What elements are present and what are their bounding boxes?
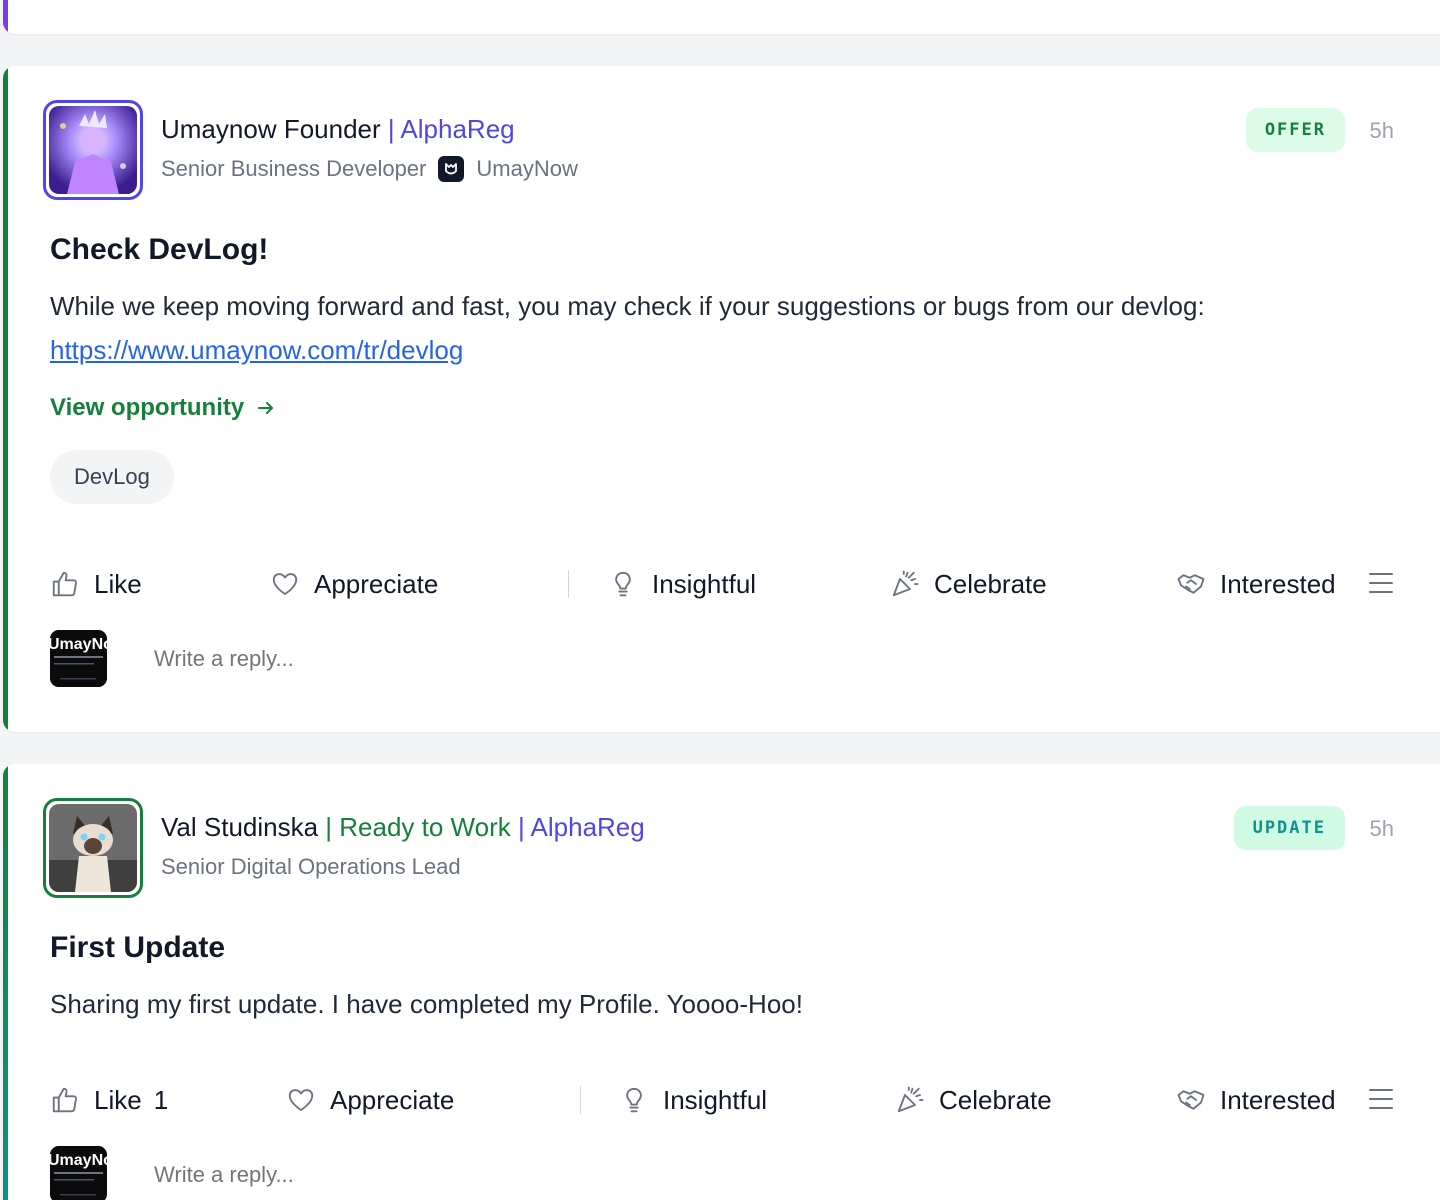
post-type-badge: OFFER [1245,108,1345,152]
post-menu-button[interactable] [1368,570,1394,601]
reply-row: UmayNow [50,630,442,687]
arrow-right-icon [258,402,274,414]
like-button[interactable]: Like 1 [50,1078,168,1122]
author-avatar-image [49,106,137,194]
post-time: 5h [1369,118,1394,143]
menu-icon [1369,1089,1393,1109]
author-avatar[interactable] [43,100,143,200]
post-type-badge: UPDATE [1233,806,1345,850]
insightful-label: Insightful [663,1084,768,1115]
author-name[interactable]: Umaynow Founder [161,114,381,144]
post-accent-bar [3,66,8,732]
celebrate-button[interactable]: Celebrate [895,1078,1052,1122]
post-card: Val Studinska | Ready to Work | AlphaReg… [3,764,1440,1200]
thumbs-up-icon [52,1087,77,1113]
lightbulb-icon [615,571,631,597]
post-menu-button[interactable] [1368,1086,1394,1117]
current-user-avatar-text: UmayNow [50,1152,107,1169]
interested-button[interactable]: Interested [1176,562,1336,606]
reply-input[interactable] [154,645,442,672]
post-header: Val Studinska | Ready to Work | AlphaReg… [43,798,1394,898]
author-avatar[interactable] [43,798,143,898]
like-label: Like [94,568,142,599]
appreciate-button[interactable]: Appreciate [286,1078,454,1122]
handshake-icon [1177,1090,1205,1110]
post-title: First Update [50,931,226,964]
heart-icon [272,573,298,595]
company-logo-icon [438,156,465,182]
thumbs-up-icon [52,571,77,597]
reaction-bar: Like Appreciate Insightful Celebrate Int… [50,562,1394,606]
reaction-divider [568,570,569,598]
author-tag-ready-to-work: | Ready to Work [325,812,511,842]
view-opportunity-link[interactable]: View opportunity [50,394,1394,422]
lightbulb-icon [626,1087,642,1113]
like-label: Like [94,1084,142,1115]
reaction-bar: Like 1 Appreciate Insightful Celebrate I… [50,1078,1394,1122]
post-card: Umaynow Founder | AlphaReg Senior Busine… [3,66,1440,732]
author-tag-alphareg: | AlphaReg [387,114,515,144]
celebrate-label: Celebrate [939,1084,1052,1115]
reply-input[interactable] [154,1161,442,1188]
reply-row: UmayNow [50,1146,442,1200]
menu-icon [1369,573,1393,593]
celebrate-label: Celebrate [934,568,1047,599]
post-body: While we keep moving forward and fast, y… [50,284,1394,372]
company-name[interactable]: UmayNow [476,156,577,182]
post-title: Check DevLog! [50,233,269,266]
handshake-icon [1177,574,1205,594]
party-popper-icon [897,1086,924,1113]
insightful-button[interactable]: Insightful [619,1078,767,1122]
current-user-avatar: UmayNow [50,1146,107,1200]
previous-post-card [3,0,1440,34]
post-header: Umaynow Founder | AlphaReg Senior Busine… [43,100,1394,200]
like-button[interactable]: Like [50,562,142,606]
insightful-label: Insightful [652,568,757,599]
party-popper-icon [892,570,919,597]
reaction-divider [580,1086,581,1114]
current-user-avatar-text: UmayNow [50,636,107,653]
author-tag-alphareg: | AlphaReg [517,812,645,842]
post-accent-bar [3,764,8,1200]
celebrate-button[interactable]: Celebrate [890,562,1047,606]
appreciate-button[interactable]: Appreciate [270,562,438,606]
post-body: Sharing my first update. I have complete… [50,989,803,1019]
interested-label: Interested [1220,568,1336,599]
like-count: 1 [153,1084,169,1115]
interested-label: Interested [1220,1084,1336,1115]
post-time: 5h [1369,816,1394,841]
appreciate-label: Appreciate [314,568,439,599]
view-opportunity-label: View opportunity [50,394,245,421]
current-user-avatar: UmayNow [50,630,107,687]
post-body-text: While we keep moving forward and fast, y… [50,291,1205,321]
interested-button[interactable]: Interested [1176,1078,1336,1122]
post-accent-bar [3,0,8,34]
author-avatar-image [49,804,137,892]
author-name[interactable]: Val Studinska [161,812,318,842]
devlog-link[interactable]: https://www.umaynow.com/tr/devlog [50,335,463,365]
insightful-button[interactable]: Insightful [608,562,756,606]
appreciate-label: Appreciate [330,1084,455,1115]
author-role: Senior Business Developer [161,156,427,181]
author-role: Senior Digital Operations Lead [161,854,461,879]
tag-chip-devlog[interactable]: DevLog [50,450,174,504]
heart-icon [288,1089,314,1111]
